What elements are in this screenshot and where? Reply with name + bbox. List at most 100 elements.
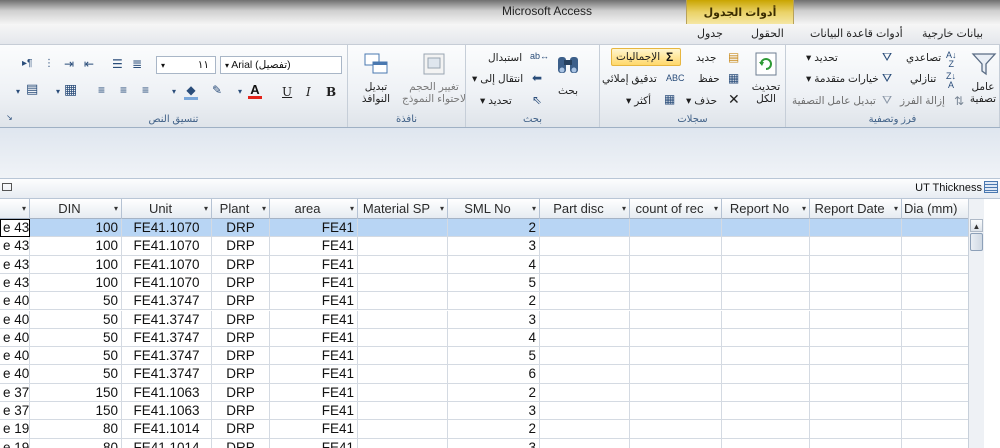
alt-row-color-icon[interactable]: ▤ (26, 82, 38, 96)
table-cell[interactable] (630, 347, 722, 366)
table-cell[interactable]: 4 (448, 255, 540, 274)
table-cell[interactable] (722, 365, 810, 384)
delete-dropdown[interactable]: ▾ حذف (686, 95, 717, 107)
table-row[interactable]: e 37 150 FE41.1063 DRP FE41 2 (0, 383, 968, 402)
table-cell[interactable] (902, 402, 968, 421)
refresh-all-button[interactable]: تحديث الكل (750, 49, 782, 107)
scroll-up-icon[interactable]: ▲ (970, 219, 983, 232)
table-cell[interactable] (902, 439, 968, 448)
table-cell[interactable]: DRP (212, 310, 270, 329)
table-cell[interactable] (810, 365, 902, 384)
column-header[interactable]: SML No ▾ (448, 199, 540, 219)
table-cell[interactable] (630, 402, 722, 421)
table-cell[interactable] (630, 420, 722, 439)
table-cell[interactable] (540, 383, 630, 402)
filter-button[interactable]: عامل تصفية (970, 49, 998, 105)
totals-button[interactable]: Σ الإجماليات (611, 48, 681, 66)
table-row[interactable]: e 40 50 FE41.3747 DRP FE41 3 (0, 310, 968, 329)
table-cell[interactable]: DRP (212, 438, 270, 448)
table-cell[interactable]: FE41.1070 (122, 273, 212, 293)
selection-dropdown[interactable]: ▾ تحديد (806, 52, 838, 64)
table-cell[interactable] (902, 274, 968, 293)
table-cell[interactable] (358, 402, 448, 421)
table-cell[interactable]: e 43 (0, 273, 30, 293)
table-cell[interactable]: FE41 (270, 383, 358, 402)
filter-dropdown-icon[interactable]: ▾ (802, 204, 806, 213)
spelling-button[interactable]: تدقيق إملائي (602, 73, 657, 85)
size-to-fit-button[interactable]: تغيير الحجم لاحتواء النموذج (402, 49, 466, 107)
table-cell[interactable]: FE41.3747 (122, 365, 212, 384)
table-cell[interactable] (810, 347, 902, 366)
more-dropdown[interactable]: ▾ أكثر (626, 95, 651, 107)
table-cell[interactable] (902, 420, 968, 439)
table-cell[interactable]: e 43 (0, 219, 30, 238)
filter-dropdown-icon[interactable]: ▾ (350, 204, 354, 213)
table-cell[interactable]: e 40 (0, 292, 30, 311)
filter-dropdown-icon[interactable]: ▾ (622, 204, 626, 213)
align-center-icon[interactable]: ≡ (120, 83, 127, 97)
table-cell[interactable]: FE41 (270, 328, 358, 348)
table-cell[interactable]: FE41.3747 (122, 292, 212, 311)
tab-database-tools[interactable]: أدوات قاعدة البيانات (810, 27, 903, 40)
table-cell[interactable]: DRP (212, 402, 270, 421)
column-header[interactable]: Report Date ▾ (810, 199, 902, 219)
table-cell[interactable] (358, 365, 448, 384)
table-cell[interactable]: DRP (212, 219, 270, 238)
font-name-combo[interactable]: ▾ Arial (تفصيل) (220, 56, 342, 74)
table-row[interactable]: e 43 100 FE41.1070 DRP FE41 5 (0, 273, 968, 293)
bold-button[interactable]: B (326, 85, 336, 99)
table-cell[interactable]: FE41 (270, 402, 358, 421)
table-row[interactable]: e 43 100 FE41.1070 DRP FE41 4 (0, 255, 968, 274)
table-cell[interactable]: 2 (448, 420, 540, 439)
table-row[interactable]: e 19 80 FE41.1014 DRP FE41 3 (0, 438, 968, 448)
table-cell[interactable]: FE41 (270, 420, 358, 439)
column-header[interactable]: Material SP ▾ (358, 199, 448, 219)
table-cell[interactable] (630, 237, 722, 256)
table-cell[interactable]: 4 (448, 328, 540, 348)
table-cell[interactable] (540, 365, 630, 384)
fill-color-icon[interactable]: ◆ (184, 83, 198, 100)
chevron-down-icon[interactable]: ▾ (238, 85, 242, 99)
table-cell[interactable] (630, 328, 722, 348)
table-cell[interactable] (540, 273, 630, 293)
table-cell[interactable] (358, 273, 448, 293)
table-cell[interactable] (540, 237, 630, 256)
table-row[interactable]: e 43 100 FE41.1070 DRP FE41 3 (0, 237, 968, 256)
table-cell[interactable] (630, 219, 722, 238)
table-cell[interactable]: FE41 (270, 438, 358, 448)
table-cell[interactable] (810, 402, 902, 421)
table-cell[interactable] (810, 292, 902, 311)
table-cell[interactable] (902, 347, 968, 366)
table-row[interactable]: e 40 50 FE41.3747 DRP FE41 4 (0, 328, 968, 348)
table-cell[interactable] (902, 384, 968, 402)
gridlines-icon[interactable]: ▦ (64, 82, 77, 96)
new-record-button[interactable]: جديد (696, 52, 716, 64)
filter-dropdown-icon[interactable]: ▾ (114, 204, 118, 213)
table-cell[interactable] (358, 420, 448, 439)
save-button[interactable]: حفظ (698, 73, 720, 85)
table-cell[interactable] (722, 310, 810, 329)
table-cell[interactable]: FE41.3747 (122, 328, 212, 348)
tab-ut-thickness[interactable]: UT Thickness (915, 182, 982, 194)
column-header[interactable]: ▾ (0, 199, 30, 219)
table-cell[interactable]: e 43 (0, 237, 30, 256)
table-cell[interactable] (540, 310, 630, 329)
table-cell[interactable] (902, 237, 968, 256)
table-cell[interactable]: FE41 (270, 219, 358, 238)
find-button[interactable]: بحث (552, 49, 584, 107)
table-cell[interactable] (810, 383, 902, 402)
filter-dropdown-icon[interactable]: ▾ (204, 204, 208, 213)
table-cell[interactable]: e 40 (0, 347, 30, 366)
table-cell[interactable]: e 19 (0, 420, 30, 439)
table-cell[interactable]: 100 (30, 237, 122, 256)
table-cell[interactable]: 100 (30, 219, 122, 238)
table-cell[interactable] (722, 237, 810, 256)
table-cell[interactable]: 3 (448, 310, 540, 329)
align-right-icon[interactable]: ≡ (142, 83, 149, 97)
table-cell[interactable] (810, 328, 902, 348)
table-cell[interactable]: 6 (448, 365, 540, 384)
table-cell[interactable] (722, 402, 810, 421)
table-row[interactable]: e 37 150 FE41.1063 DRP FE41 3 (0, 402, 968, 421)
table-cell[interactable] (810, 273, 902, 293)
chevron-down-icon[interactable]: ▾ (16, 85, 20, 99)
